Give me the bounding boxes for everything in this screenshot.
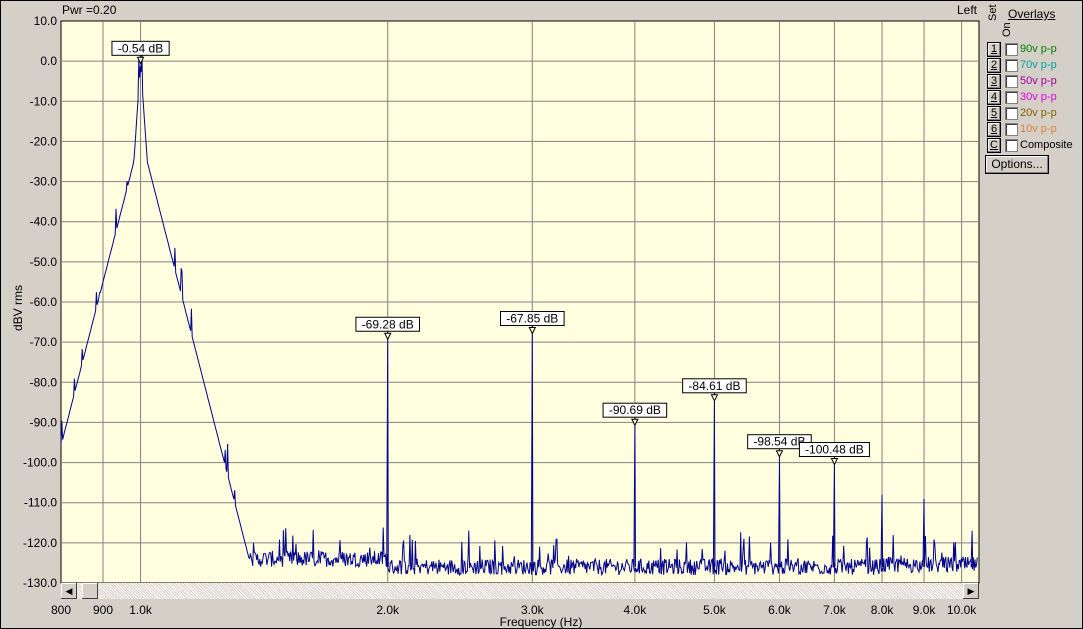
options-button[interactable]: Options... [985, 155, 1049, 174]
overlays-title: Overlays [1008, 7, 1056, 21]
overlay-row-2: 2 70v p-p [987, 58, 1083, 73]
y-tick-label: -130.0 [23, 576, 57, 590]
overlay-on-checkbox[interactable] [1005, 59, 1018, 72]
y-tick-label: -100.0 [23, 456, 57, 470]
peak-label: -69.28 dB [362, 317, 414, 331]
overlay-set-button[interactable]: 4 [987, 90, 1001, 105]
y-tick-label: -110.0 [24, 496, 57, 510]
overlay-set-button[interactable]: 6 [987, 122, 1001, 137]
overlay-on-checkbox[interactable] [1005, 43, 1018, 56]
power-readout: Pwr =0.20 [62, 3, 117, 17]
scroll-right-icon[interactable]: ▶ [963, 583, 979, 599]
channel-label: Left [957, 3, 978, 17]
overlay-on-checkbox[interactable] [1005, 123, 1018, 136]
overlay-on-checkbox[interactable] [1005, 107, 1018, 120]
overlay-label: 90v p-p [1020, 43, 1057, 55]
x-axis-title: Frequency (Hz) [499, 615, 583, 629]
x-tick-label: 800 [51, 603, 71, 617]
overlay-row-4: 4 30v p-p [987, 90, 1083, 105]
on-column-header: On [1001, 22, 1013, 37]
peak-label: -84.61 dB [688, 379, 740, 393]
y-tick-label: 0.0 [40, 54, 57, 68]
x-tick-label: 5.0k [703, 603, 727, 617]
peak-label: -67.85 dB [506, 312, 558, 326]
y-tick-label: -90.0 [30, 415, 58, 429]
x-tick-label: 1.0k [129, 603, 153, 617]
overlay-row-C: C Composite [987, 138, 1083, 153]
overlay-row-6: 6 10v p-p [987, 122, 1083, 137]
x-tick-label: 7.0k [823, 603, 847, 617]
y-tick-label: -10.0 [30, 94, 58, 108]
overlay-row-3: 3 50v p-p [987, 74, 1083, 89]
y-tick-label: -20.0 [30, 134, 58, 148]
y-axis-title: dBV rms [11, 285, 25, 332]
overlay-label: 20v p-p [1020, 107, 1057, 119]
x-tick-label: 4.0k [624, 603, 648, 617]
y-tick-label: -80.0 [30, 375, 58, 389]
overlay-label: 10v p-p [1020, 123, 1057, 135]
overlay-set-button[interactable]: 1 [987, 42, 1001, 57]
overlay-label: 30v p-p [1020, 91, 1057, 103]
overlay-row-1: 1 90v p-p [987, 42, 1083, 57]
analyzer-window: 10.0 0.0 -10.0 -20.0 -30.0 -40.0 -50.0 -60.0 -70… [0, 0, 1083, 629]
horizontal-scrollbar[interactable]: ◀ ▶ [61, 583, 979, 599]
overlay-on-checkbox[interactable] [1005, 139, 1018, 152]
y-tick-label: -120.0 [23, 536, 57, 550]
y-tick-label: -30.0 [30, 175, 58, 189]
spectrum-chart: 10.0 0.0 -10.0 -20.0 -30.0 -40.0 -50.0 -60.0 -70… [23, 14, 980, 617]
x-tick-label: 2.0k [376, 603, 400, 617]
overlay-on-checkbox[interactable] [1005, 75, 1018, 88]
overlay-set-button[interactable]: 3 [987, 74, 1001, 89]
scroll-left-icon[interactable]: ◀ [61, 583, 77, 599]
peak-label: -100.48 dB [805, 442, 864, 456]
peak-label: -90.69 dB [609, 403, 661, 417]
y-tick-labels: 10.0 0.0 -10.0 -20.0 -30.0 -40.0 -50.0 -60.0 -70… [23, 14, 57, 590]
overlay-row-5: 5 20v p-p [987, 106, 1083, 121]
peak-label: -98.54 dB [753, 435, 805, 449]
peak-label: -0.54 dB [118, 41, 163, 55]
y-tick-label: -60.0 [30, 295, 58, 309]
x-tick-label: 900 [93, 603, 113, 617]
overlay-label: 50v p-p [1020, 75, 1057, 87]
x-tick-label: 6.0k [768, 603, 792, 617]
x-tick-label: 10.0k [947, 603, 977, 617]
scroll-thumb[interactable] [82, 583, 98, 599]
x-tick-label: 9.0k [913, 603, 937, 617]
overlay-set-button[interactable]: C [987, 138, 1001, 153]
y-tick-label: -70.0 [30, 335, 58, 349]
x-tick-label: 8.0k [871, 603, 895, 617]
overlay-set-button[interactable]: 2 [987, 58, 1001, 73]
y-tick-label: -40.0 [30, 215, 58, 229]
overlay-on-checkbox[interactable] [1005, 91, 1018, 104]
y-tick-label: -50.0 [30, 255, 58, 269]
overlay-label: 70v p-p [1020, 59, 1057, 71]
overlay-set-button[interactable]: 5 [987, 106, 1001, 121]
set-column-header: Set [987, 4, 999, 21]
overlay-label: Composite [1020, 139, 1073, 151]
y-tick-label: 10.0 [34, 14, 58, 28]
